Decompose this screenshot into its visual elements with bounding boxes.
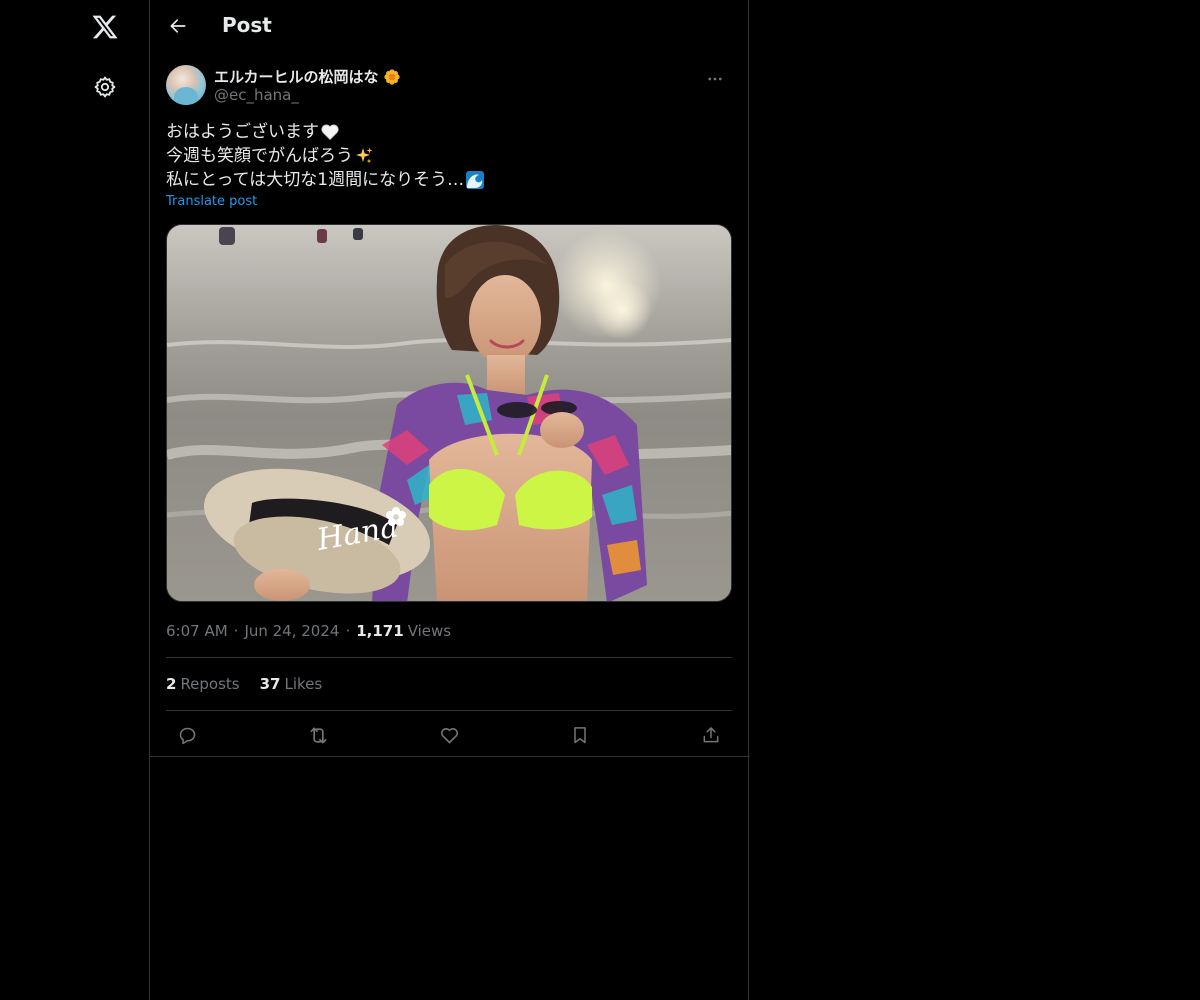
white-heart-emoji-icon (321, 124, 339, 141)
reposts-label: Reposts (180, 675, 240, 693)
likes-stat[interactable]: 37 Likes (260, 675, 323, 693)
post-meta: 6:07 AM · Jun 24, 2024 · 1,171 Views (166, 618, 732, 644)
share-button[interactable] (694, 718, 728, 752)
views-label: Views (407, 622, 452, 640)
gear-icon[interactable] (82, 64, 128, 110)
post: エルカーヒルの松岡はな @ec_hana_ おはようございます 今週も笑顔でがん… (150, 64, 748, 759)
topbar: Post (150, 0, 748, 54)
reply-button[interactable] (170, 718, 204, 752)
repost-button[interactable] (301, 718, 335, 752)
separator-dot: · (233, 622, 239, 640)
reposts-stat[interactable]: 2 Reposts (166, 675, 240, 693)
post-text: おはようございます 今週も笑顔でがんばろう 私にとっては大切な1週間になりそう… (166, 120, 732, 192)
repost-icon (309, 726, 327, 744)
post-text-line: おはようございます (166, 120, 732, 144)
separator-dot: · (345, 622, 351, 640)
more-button[interactable] (698, 62, 732, 96)
post-time[interactable]: 6:07 AM (166, 622, 228, 640)
views-count: 1,171 (356, 622, 404, 640)
share-icon (703, 727, 719, 743)
arrow-left-icon (170, 19, 186, 33)
bookmark-icon (574, 727, 586, 744)
post-media-image[interactable]: Hana (166, 224, 732, 602)
post-stats: 2 Reposts 37 Likes (166, 658, 732, 710)
likes-label: Likes (284, 675, 323, 693)
more-horizontal-icon (708, 77, 722, 81)
wave-emoji-icon (466, 171, 485, 189)
bookmark-button[interactable] (563, 718, 597, 752)
left-rail (0, 0, 150, 1000)
post-text-line: 私にとっては大切な1週間になりそう… (166, 168, 732, 192)
blossom-emoji-icon (383, 68, 400, 85)
page-title: Post (222, 13, 272, 37)
reply-icon (179, 727, 195, 744)
author-display-name-text: エルカーヒルの松岡はな (214, 68, 379, 86)
author-display-name[interactable]: エルカーヒルの松岡はな (214, 66, 401, 87)
likes-count: 37 (259, 675, 281, 693)
sparkles-emoji-icon (356, 147, 373, 164)
post-text-line: 今週も笑顔でがんばろう (166, 144, 732, 168)
back-button[interactable] (160, 8, 196, 44)
beach-photo: Hana (167, 225, 731, 601)
reposts-count: 2 (166, 675, 177, 693)
x-logo-icon[interactable] (82, 4, 128, 50)
post-date[interactable]: Jun 24, 2024 (244, 622, 339, 640)
translate-post-link[interactable]: Translate post (166, 194, 732, 212)
heart-icon (440, 727, 458, 743)
author-handle[interactable]: @ec_hana_ (214, 86, 299, 104)
like-button[interactable] (432, 718, 466, 752)
post-bottom-divider (150, 756, 750, 757)
post-column: Post エルカーヒルの松岡はな @ec_hana_ おはようございます 今週も… (149, 0, 750, 1000)
app-root: Post エルカーヒルの松岡はな @ec_hana_ おはようございます 今週も… (0, 0, 1200, 1000)
avatar[interactable] (166, 65, 206, 105)
author-row: エルカーヒルの松岡はな @ec_hana_ (166, 64, 732, 120)
action-bar (166, 711, 732, 759)
